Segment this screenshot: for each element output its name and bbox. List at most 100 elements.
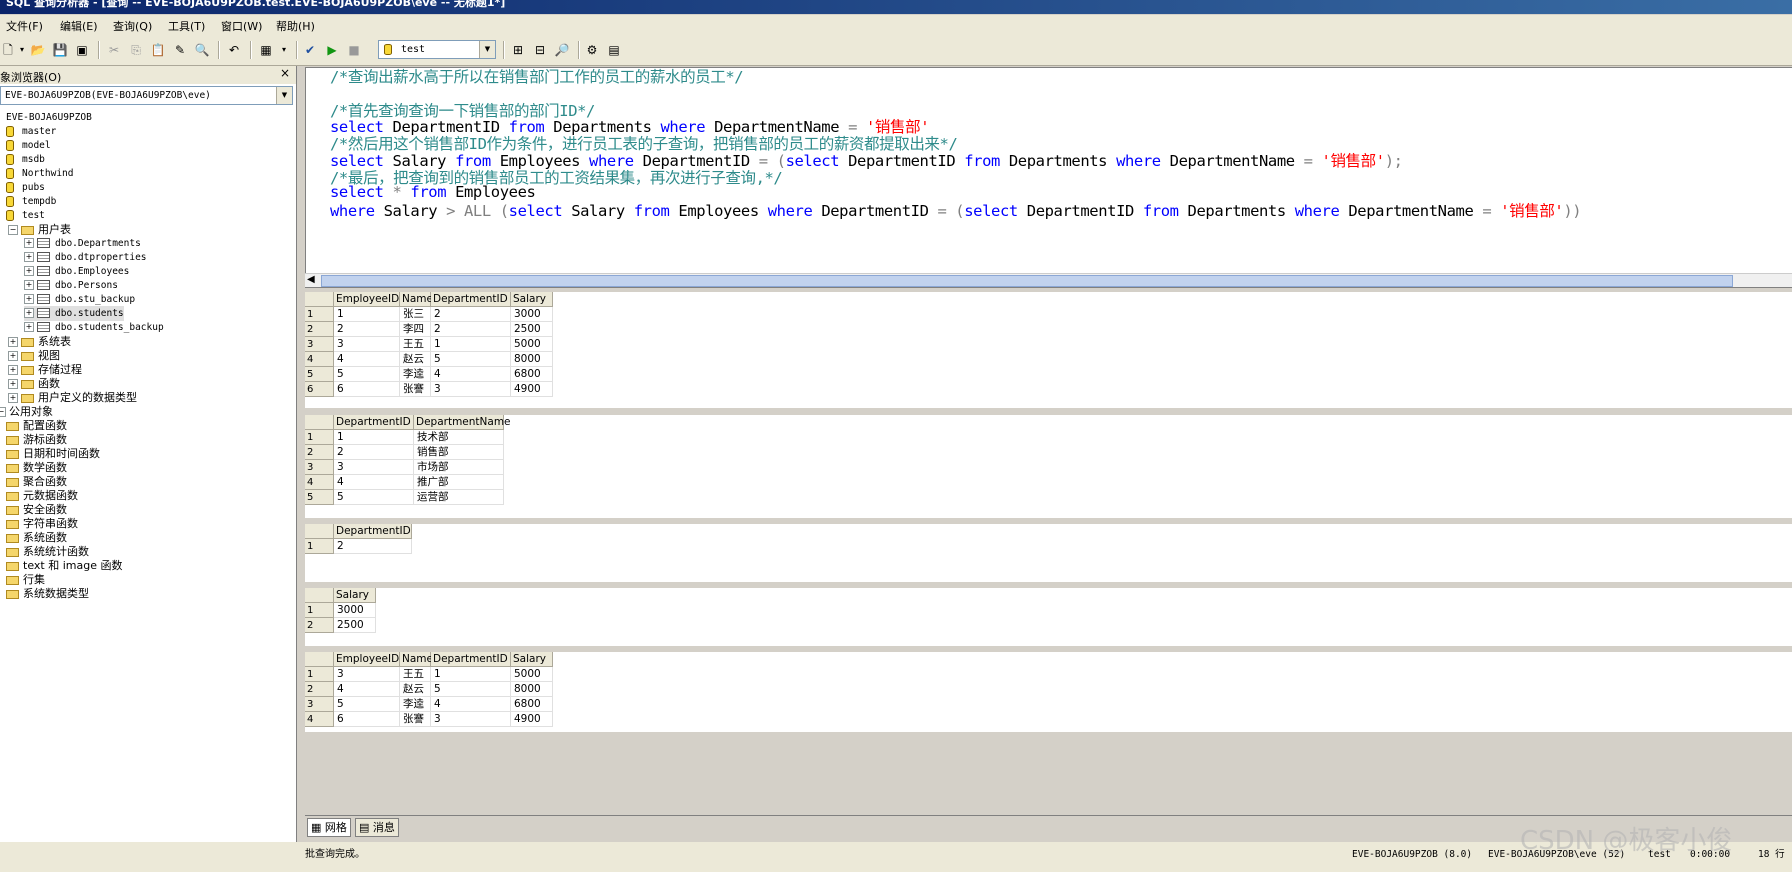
tree-public-objects[interactable]: − 公用对象 xyxy=(0,404,53,419)
table-cell[interactable]: 8000 xyxy=(511,352,553,367)
tree-public-object-8[interactable]: 系统函数 xyxy=(6,530,67,545)
table-cell[interactable]: 张三 xyxy=(400,307,431,322)
menu-file[interactable]: 文件(F) xyxy=(6,18,43,34)
tree-public-object-7[interactable]: 字符串函数 xyxy=(6,516,78,531)
table-cell[interactable]: 6800 xyxy=(511,697,553,712)
row-number[interactable]: 3 xyxy=(305,697,334,712)
results-pane-icon[interactable]: ▤ xyxy=(606,42,622,58)
column-header[interactable]: Salary xyxy=(334,588,376,603)
expand-icon[interactable]: + xyxy=(8,337,18,347)
chevron-down-icon[interactable]: ▼ xyxy=(479,41,495,58)
tab-grids[interactable]: ▦ 网格 xyxy=(307,818,351,837)
row-number[interactable]: 1 xyxy=(305,430,334,445)
table-cell[interactable]: 2 xyxy=(334,445,414,460)
tree-folder-3[interactable]: + 函数 xyxy=(8,376,60,391)
tree-database-4[interactable]: pubs xyxy=(6,180,45,195)
row-number[interactable]: 4 xyxy=(305,712,334,727)
tree-public-object-0[interactable]: 配置函数 xyxy=(6,418,67,433)
table-cell[interactable]: 李逵 xyxy=(400,367,431,382)
expand-icon[interactable]: + xyxy=(24,252,34,262)
table-cell[interactable]: 4 xyxy=(334,352,400,367)
close-icon[interactable]: × xyxy=(278,67,292,81)
tree-public-object-1[interactable]: 游标函数 xyxy=(6,432,67,447)
table-cell[interactable]: 市场部 xyxy=(414,460,504,475)
server-select[interactable]: EVE-BOJA6U9PZOB(EVE-BOJA6U9PZOB\eve) ▼ xyxy=(0,86,293,105)
menu-query[interactable]: 查询(Q) xyxy=(113,18,152,34)
table-cell[interactable]: 6 xyxy=(334,712,400,727)
tree-database-1[interactable]: model xyxy=(6,138,51,153)
save-all-icon[interactable]: ▣ xyxy=(74,42,90,58)
column-header[interactable]: EmployeeID xyxy=(334,652,400,667)
expand-icon[interactable]: + xyxy=(24,266,34,276)
tree-database-0[interactable]: master xyxy=(6,124,56,139)
column-header[interactable]: Name xyxy=(400,292,433,307)
table-cell[interactable]: 1 xyxy=(431,337,511,352)
table-cell[interactable]: 5000 xyxy=(511,667,553,682)
tree-table-4[interactable]: + dbo.stu_backup xyxy=(24,292,135,307)
row-number[interactable]: 3 xyxy=(305,337,334,352)
table-cell[interactable]: 4 xyxy=(431,697,511,712)
tree-public-object-2[interactable]: 日期和时间函数 xyxy=(6,446,100,461)
menu-help[interactable]: 帮助(H) xyxy=(276,18,315,34)
table-cell[interactable]: 5 xyxy=(431,682,511,697)
chevron-down-icon[interactable]: ▼ xyxy=(276,87,292,104)
table-cell[interactable]: 李四 xyxy=(400,322,431,337)
current-connection-icon[interactable]: ⚙ xyxy=(584,42,600,58)
row-number[interactable]: 6 xyxy=(305,382,334,397)
tree-table-6[interactable]: + dbo.students_backup xyxy=(24,320,164,335)
expand-icon[interactable]: + xyxy=(8,393,18,403)
row-number[interactable]: 1 xyxy=(305,603,334,618)
cut-icon[interactable]: ✂ xyxy=(106,42,122,58)
table-cell[interactable]: 销售部 xyxy=(414,445,504,460)
expand-icon[interactable]: + xyxy=(8,379,18,389)
table-cell[interactable]: 4 xyxy=(334,682,400,697)
paste-icon[interactable]: 📋 xyxy=(150,42,166,58)
database-select[interactable]: test ▼ xyxy=(378,40,496,59)
tree-public-object-9[interactable]: 系统统计函数 xyxy=(6,544,89,559)
tree-table-3[interactable]: + dbo.Persons xyxy=(24,278,118,293)
query-editor[interactable]: /*查询出薪水高于所以在销售部门工作的员工的薪水的员工*//*首先查询查询一下销… xyxy=(305,67,1792,288)
table-cell[interactable]: 5 xyxy=(334,697,400,712)
insert-template-icon[interactable]: ✎ xyxy=(172,42,188,58)
table-cell[interactable]: 赵云 xyxy=(400,352,431,367)
row-number[interactable]: 5 xyxy=(305,490,334,505)
table-cell[interactable]: 5 xyxy=(334,367,400,382)
table-cell[interactable]: 3 xyxy=(431,382,511,397)
table-cell[interactable]: 王五 xyxy=(400,667,431,682)
table-cell[interactable]: 8000 xyxy=(511,682,553,697)
find-icon[interactable]: 🔍 xyxy=(194,42,210,58)
table-cell[interactable]: 3 xyxy=(431,712,511,727)
expand-icon[interactable]: + xyxy=(24,322,34,332)
row-number[interactable]: 2 xyxy=(305,445,334,460)
table-cell[interactable]: 6800 xyxy=(511,367,553,382)
tree-folder-0[interactable]: + 系统表 xyxy=(8,334,71,349)
table-cell[interactable]: 赵云 xyxy=(400,682,431,697)
table-cell[interactable]: 5000 xyxy=(511,337,553,352)
undo-icon[interactable]: ↶ xyxy=(226,42,242,58)
object-search-icon[interactable]: 🔎 xyxy=(554,42,570,58)
table-cell[interactable]: 张謇 xyxy=(400,712,431,727)
table-cell[interactable]: 3 xyxy=(334,337,400,352)
tree-folder-1[interactable]: + 视图 xyxy=(8,348,60,363)
tree-table-5[interactable]: + dbo.students xyxy=(24,306,124,321)
row-number[interactable]: 4 xyxy=(305,475,334,490)
table-cell[interactable]: 3 xyxy=(334,667,400,682)
new-dropdown-icon[interactable]: ▾ xyxy=(14,42,30,58)
menu-edit[interactable]: 编辑(E) xyxy=(60,18,98,34)
table-cell[interactable]: 5 xyxy=(431,352,511,367)
expand-icon[interactable]: + xyxy=(8,365,18,375)
collapse-icon[interactable]: − xyxy=(0,407,6,417)
tree-table-2[interactable]: + dbo.Employees xyxy=(24,264,129,279)
tree-public-object-12[interactable]: 系统数据类型 xyxy=(6,586,89,601)
column-header[interactable]: DepartmentID xyxy=(431,652,511,667)
expand-icon[interactable]: + xyxy=(24,238,34,248)
table-cell[interactable]: 2 xyxy=(334,539,412,554)
expand-icon[interactable]: + xyxy=(8,351,18,361)
table-cell[interactable]: 6 xyxy=(334,382,400,397)
row-number[interactable]: 2 xyxy=(305,618,334,633)
table-cell[interactable]: 1 xyxy=(431,667,511,682)
column-header[interactable]: EmployeeID xyxy=(334,292,400,307)
column-header[interactable]: Salary xyxy=(511,652,553,667)
tree-table-0[interactable]: + dbo.Departments xyxy=(24,236,141,251)
menu-tools[interactable]: 工具(T) xyxy=(168,18,205,34)
